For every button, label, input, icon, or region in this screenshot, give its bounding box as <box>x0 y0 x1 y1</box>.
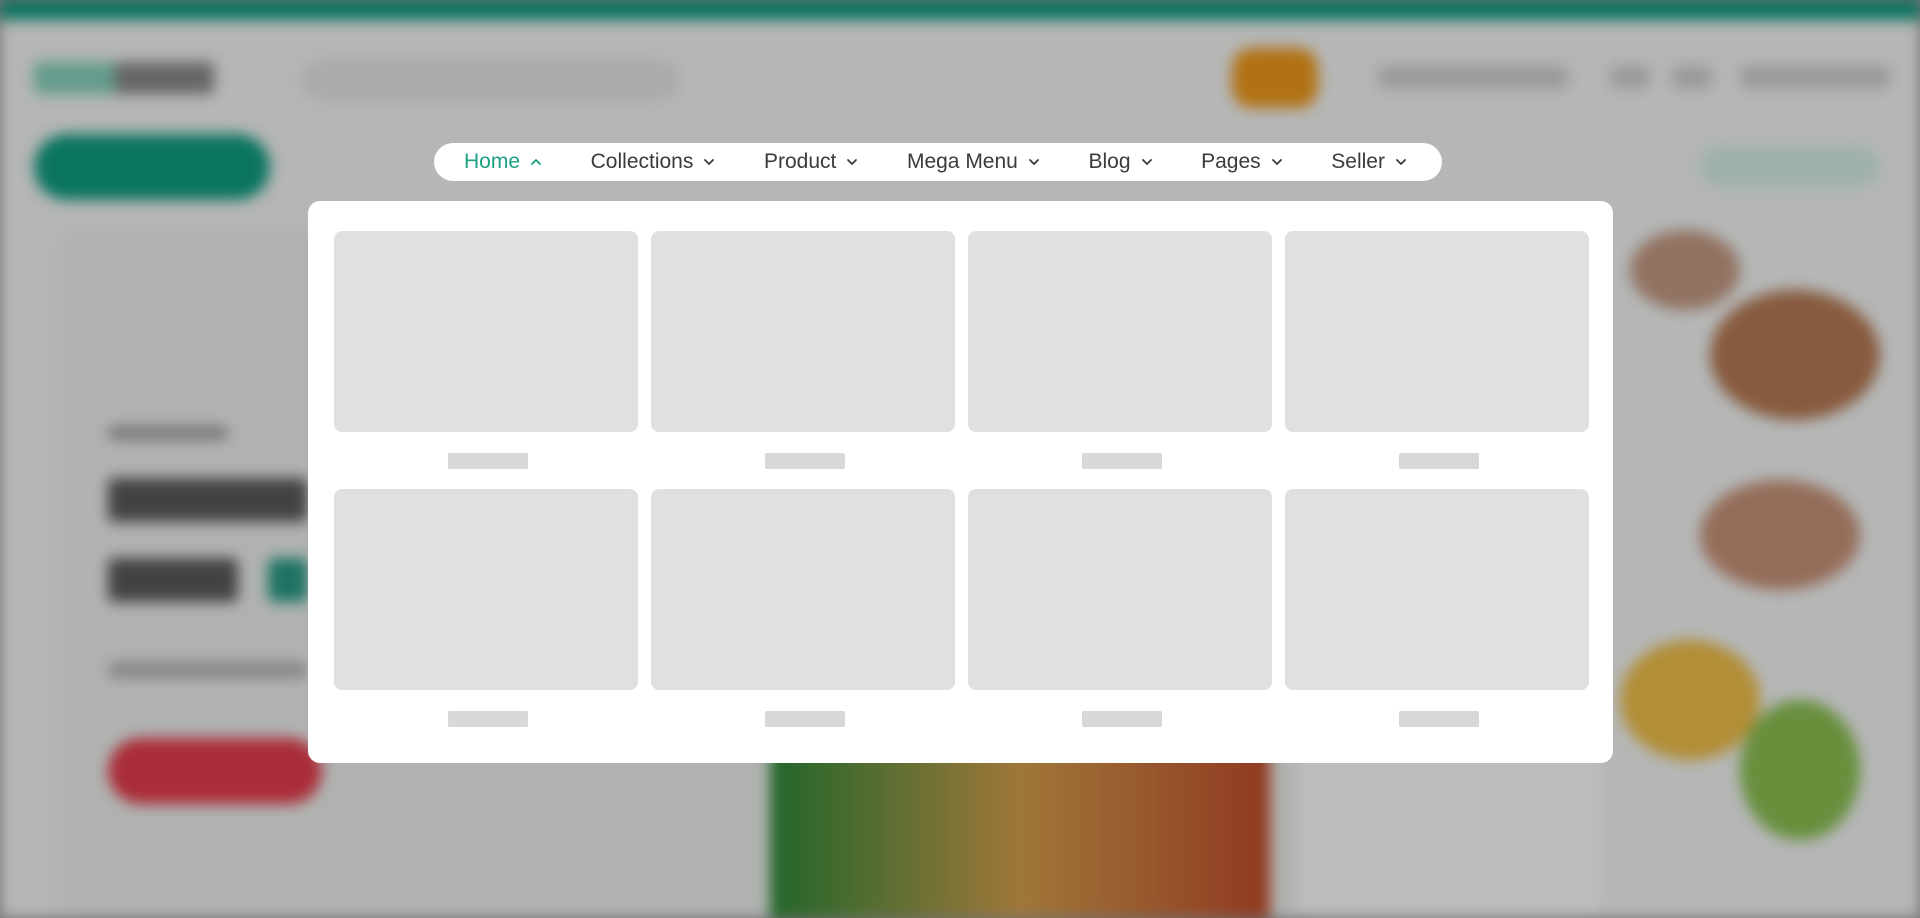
chevron-down-icon <box>1393 154 1409 170</box>
dropdown-grid <box>334 231 1589 747</box>
skeleton-image-placeholder <box>651 489 955 690</box>
skeleton-caption-placeholder <box>1399 453 1479 469</box>
skeleton-image-placeholder <box>1285 489 1589 690</box>
nav-item-home[interactable]: Home <box>464 150 544 174</box>
skeleton-caption-placeholder <box>1082 711 1162 727</box>
skeleton-caption-placeholder <box>448 711 528 727</box>
nav-item-label: Blog <box>1088 150 1131 173</box>
skeleton-caption-placeholder <box>1399 711 1479 727</box>
skeleton-image-placeholder <box>334 231 638 432</box>
nav-item-label: Product <box>763 150 837 173</box>
nav-item-pages[interactable]: Pages <box>1201 150 1285 174</box>
skeleton-image-placeholder <box>968 231 1272 432</box>
skeleton-card <box>1285 489 1589 747</box>
skeleton-card <box>968 489 1272 747</box>
nav-item-mega-menu[interactable]: Mega Menu <box>907 150 1042 174</box>
skeleton-caption-placeholder <box>1082 453 1162 469</box>
chevron-down-icon <box>701 154 717 170</box>
skeleton-card <box>334 231 638 489</box>
home-dropdown-panel <box>308 201 1613 763</box>
chevron-down-icon <box>1139 154 1155 170</box>
skeleton-card <box>651 231 955 489</box>
nav-item-label: Seller <box>1331 150 1385 173</box>
nav-item-label: Collections <box>590 150 694 173</box>
nav-item-label: Home <box>464 150 521 173</box>
nav-item-label: Mega Menu <box>906 150 1018 173</box>
skeleton-card <box>968 231 1272 489</box>
nav-item-collections[interactable]: Collections <box>591 150 718 174</box>
nav-item-blog[interactable]: Blog <box>1088 150 1154 174</box>
main-navigation: Home Collections Product Mega Menu Blog Pages… <box>434 143 1442 181</box>
nav-item-product[interactable]: Product <box>764 150 860 174</box>
chevron-up-icon <box>528 154 544 170</box>
skeleton-image-placeholder <box>1285 231 1589 432</box>
nav-item-label: Pages <box>1201 150 1261 173</box>
skeleton-card <box>334 489 638 747</box>
skeleton-card <box>1285 231 1589 489</box>
skeleton-image-placeholder <box>334 489 638 690</box>
skeleton-card <box>651 489 955 747</box>
skeleton-image-placeholder <box>651 231 955 432</box>
skeleton-caption-placeholder <box>448 453 528 469</box>
nav-item-seller[interactable]: Seller <box>1331 150 1409 174</box>
skeleton-image-placeholder <box>968 489 1272 690</box>
skeleton-caption-placeholder <box>765 453 845 469</box>
chevron-down-icon <box>1026 154 1042 170</box>
chevron-down-icon <box>1269 154 1285 170</box>
skeleton-caption-placeholder <box>765 711 845 727</box>
chevron-down-icon <box>844 154 860 170</box>
